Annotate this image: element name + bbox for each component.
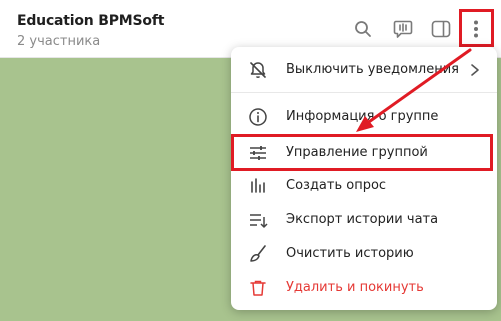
chevron-right-icon	[469, 62, 481, 78]
menu-item-mute-notifications[interactable]: Выключить уведомления	[231, 54, 497, 87]
menu-item-clear-history[interactable]: Очистить историю	[231, 238, 497, 271]
menu-item-label: Очистить историю	[286, 246, 414, 261]
menu-item-label: Выключить уведомления	[286, 62, 459, 77]
menu-item-label: Экспорт истории чата	[286, 212, 439, 227]
trash-icon	[248, 278, 268, 298]
menu-item-group-info[interactable]: Информация о группе	[231, 101, 497, 134]
chat-options-menu: Выключить уведомления Информация о групп…	[231, 47, 497, 310]
info-icon	[248, 107, 268, 127]
export-icon	[248, 210, 268, 230]
manage-group-highlight	[231, 134, 493, 171]
poll-icon	[248, 176, 268, 196]
more-button-highlight	[459, 9, 494, 47]
menu-item-label: Информация о группе	[286, 109, 439, 124]
menu-item-delete-and-leave[interactable]: Удалить и покинуть	[231, 272, 497, 305]
menu-item-label: Создать опрос	[286, 178, 387, 193]
chat-title[interactable]: Education BPMSoft	[17, 13, 164, 29]
video-chat-icon[interactable]	[390, 16, 416, 42]
broom-icon	[248, 244, 268, 264]
menu-item-export-history[interactable]: Экспорт истории чата	[231, 204, 497, 237]
bell-mute-icon	[248, 60, 268, 80]
chat-member-count[interactable]: 2 участника	[17, 34, 100, 49]
menu-divider	[231, 92, 497, 93]
sidebar-toggle-icon[interactable]	[428, 16, 454, 42]
menu-item-label: Удалить и покинуть	[286, 280, 424, 295]
menu-item-create-poll[interactable]: Создать опрос	[231, 170, 497, 203]
search-icon[interactable]	[350, 16, 376, 42]
